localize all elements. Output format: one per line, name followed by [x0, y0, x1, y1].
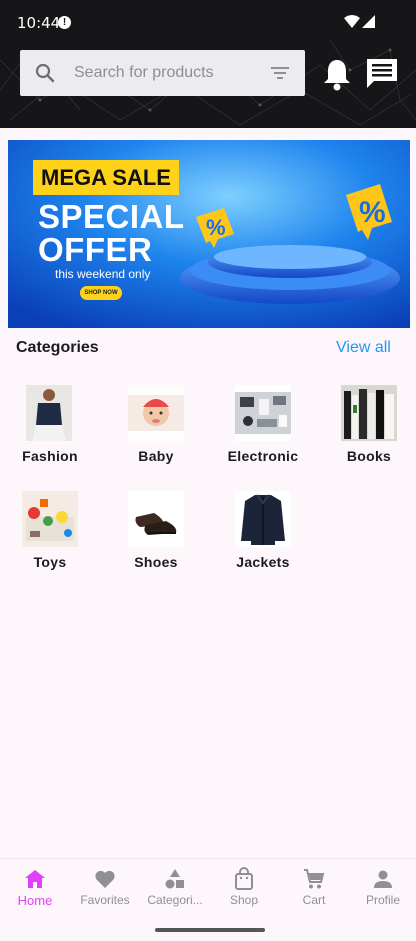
- nav-categories[interactable]: Categori...: [140, 867, 210, 917]
- shapes-icon: [165, 869, 184, 889]
- search-icon[interactable]: [34, 62, 56, 84]
- toys-image: [22, 491, 78, 547]
- banner-tag: MEGA SALE: [33, 160, 179, 195]
- home-indicator: [155, 928, 265, 932]
- nav-label: Categori...: [147, 893, 203, 907]
- shop-now-button[interactable]: SHOP NOW: [80, 286, 122, 300]
- shopping-bag-icon: [235, 867, 253, 890]
- alert-icon: !: [58, 16, 71, 29]
- app-header: [0, 40, 416, 128]
- promo-banner[interactable]: % % MEGA SALE SPECIAL OFFER this weekend…: [8, 140, 410, 328]
- person-icon: [374, 870, 392, 888]
- category-label: Shoes: [134, 554, 178, 570]
- banner-title-line1: SPECIAL: [38, 198, 185, 235]
- category-books[interactable]: Books: [321, 385, 416, 475]
- banner-subtitle: this weekend only: [55, 267, 151, 281]
- nav-label: Home: [17, 893, 53, 908]
- nav-profile[interactable]: Profile: [348, 867, 416, 917]
- search-box[interactable]: [20, 50, 305, 96]
- shoes-image: [128, 491, 184, 547]
- categories-title: Categories: [16, 339, 99, 356]
- fashion-image: [26, 385, 72, 441]
- chat-icon[interactable]: [364, 56, 400, 92]
- category-label: Toys: [33, 554, 67, 570]
- bell-icon[interactable]: [322, 57, 352, 91]
- baby-image: [128, 385, 184, 441]
- nav-label: Cart: [302, 893, 326, 907]
- wifi-icon: [344, 15, 360, 28]
- category-label: Books: [346, 448, 392, 464]
- category-baby[interactable]: Baby: [108, 385, 204, 475]
- search-input[interactable]: [74, 50, 264, 96]
- status-time: 10:44: [17, 14, 61, 32]
- view-all-link[interactable]: View all: [336, 339, 391, 357]
- category-electronic[interactable]: Electronic: [215, 385, 311, 475]
- signal-icon: [362, 15, 375, 28]
- home-icon: [25, 870, 45, 888]
- percent-symbol-small: %: [206, 215, 226, 240]
- heart-icon: [95, 870, 115, 888]
- electronic-image: [235, 385, 291, 441]
- nav-cart[interactable]: Cart: [279, 867, 349, 917]
- nav-favorites[interactable]: Favorites: [70, 867, 140, 917]
- category-label: Fashion: [22, 448, 78, 464]
- books-image: [341, 385, 397, 441]
- nav-label: Favorites: [80, 893, 130, 907]
- nav-shop[interactable]: Shop: [209, 867, 279, 917]
- nav-home[interactable]: Home: [0, 867, 70, 917]
- status-bar: 10:44 !: [0, 0, 416, 40]
- category-shoes[interactable]: Shoes: [108, 491, 204, 581]
- filter-icon[interactable]: [270, 65, 290, 81]
- banner-title-line2: OFFER: [38, 231, 153, 268]
- category-jackets[interactable]: Jackets: [215, 491, 311, 581]
- cart-icon: [304, 869, 325, 889]
- category-label: Baby: [138, 448, 174, 464]
- category-label: Electronic: [227, 448, 299, 464]
- category-label: Jackets: [236, 554, 290, 570]
- percent-symbol-large: %: [359, 196, 386, 229]
- nav-label: Profile: [365, 893, 400, 907]
- nav-label: Shop: [229, 893, 259, 907]
- jackets-image: [235, 491, 291, 547]
- category-toys[interactable]: Toys: [2, 491, 98, 581]
- banner-title: SPECIAL OFFER: [38, 200, 185, 266]
- category-fashion[interactable]: Fashion: [2, 385, 98, 475]
